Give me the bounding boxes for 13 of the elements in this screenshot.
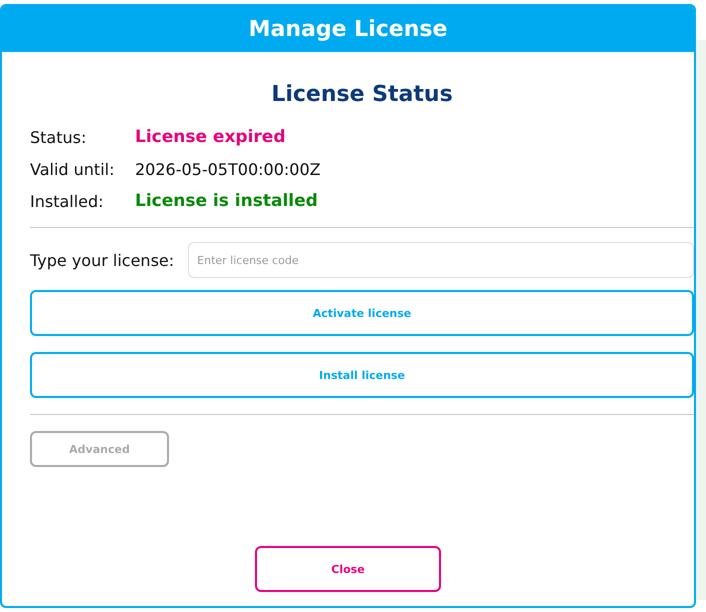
dialog-title: Manage License bbox=[2, 6, 694, 52]
field-value: License expired bbox=[135, 127, 286, 147]
action-button[interactable]: Activate license bbox=[30, 290, 694, 336]
field-label: Valid until: bbox=[30, 160, 116, 178]
field-label: Installed: bbox=[30, 192, 105, 210]
section-heading: License Status bbox=[270, 82, 454, 107]
field-label: Type your license: bbox=[30, 250, 174, 270]
field-label: Status: bbox=[30, 128, 88, 146]
license-input[interactable]: Enter license code bbox=[188, 242, 694, 278]
field-value: 2026-05-05T00:00:00Z bbox=[135, 160, 321, 178]
close-button[interactable]: Close bbox=[255, 546, 441, 592]
action-button[interactable]: Install license bbox=[30, 352, 694, 398]
field-value: License is installed bbox=[135, 191, 318, 211]
